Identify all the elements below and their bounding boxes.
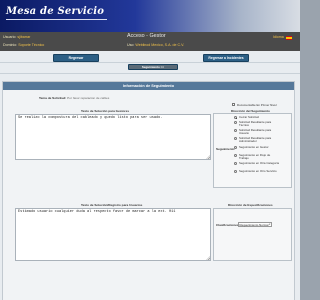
user-solution-text: Estimado usuario cualquier duda al respe… <box>18 210 176 214</box>
direction-option-radio[interactable] <box>234 154 237 157</box>
classification-value: Requerimiento Normal <box>239 223 269 227</box>
direction-option-label: Seguimiento en Gestor <box>239 144 269 149</box>
direction-option-label: Seguimiento en Otra Categoría <box>239 160 280 165</box>
followup-label: Seguimiento <box>216 147 235 151</box>
direction-option-radio[interactable] <box>234 170 237 173</box>
request-type-key: Tema de Solicitud: <box>39 96 67 100</box>
internal-note-label: Documentable En Primer Nivel <box>237 103 277 107</box>
access-label: Acceso - Gestor <box>127 33 166 39</box>
direction-option-radio[interactable] <box>234 137 237 140</box>
direction-option-label: Seguimiento en Flujo de Trabajo <box>239 152 271 161</box>
direction-option-label: Solicitud Resultante para Técnico <box>239 119 272 128</box>
request-type: Tema de Solicitud: Por favor reparacion … <box>39 96 109 100</box>
divider <box>0 62 300 63</box>
direction-option-radio[interactable] <box>234 121 237 124</box>
manager-solution-text: Se realizo la compostura del cableado y … <box>18 116 163 120</box>
direction-option-radio[interactable] <box>234 146 237 149</box>
user-value: sjibarrar <box>17 35 31 39</box>
direction-option-radio[interactable] <box>234 116 237 119</box>
direction-options-box: Seguimiento Cerrar Solicitud Solicitud Re… <box>213 113 292 188</box>
manager-text-label: Texto de Solución para Gestores <box>81 109 130 113</box>
divider <box>0 73 300 74</box>
resize-grip[interactable] <box>206 155 210 159</box>
back-button[interactable]: Regresar <box>53 54 99 62</box>
app-logo: Mesa de Servicio <box>6 6 108 20</box>
main-content: Regresar Regresar a Incidentes Seguimien… <box>0 51 300 300</box>
classification-select[interactable]: Requerimiento Normal ▾ <box>238 222 272 227</box>
header-banner: Mesa de Servicio <box>0 0 300 32</box>
department-key: Dominio: <box>3 43 18 47</box>
app-frame: Mesa de Servicio Usuario: sjibarrar Domi… <box>0 0 300 300</box>
user-key: Usuario: <box>3 35 17 39</box>
spain-flag-icon[interactable] <box>286 36 292 40</box>
resize-grip[interactable] <box>206 256 210 260</box>
direction-option-label: Cerrar Solicitud <box>239 114 259 119</box>
company-info: Uso: Weblinod Mexico, S.A. de C.V. <box>127 43 184 47</box>
user-solution-textarea[interactable]: Estimado usuario cualquier duda al respe… <box>15 208 211 261</box>
chevron-down-icon: ▾ <box>269 223 271 227</box>
specs-label: Dirección de Especificaciones <box>228 203 273 207</box>
department-info: Dominio: Soporte Técnico <box>3 43 44 47</box>
direction-option-label: Solicitud Resultante para Usuario <box>239 127 272 136</box>
back-to-incidents-button[interactable]: Regresar a Incidentes <box>203 54 249 62</box>
internal-note-checkbox[interactable] <box>232 103 235 106</box>
specs-box: Clasificaciones: Requerimiento Normal ▾ <box>213 208 292 261</box>
direction-option-label: Solicitud Resultante para Administrador <box>239 135 272 144</box>
manager-solution-textarea[interactable]: Se realizo la compostura del cableado y … <box>15 114 211 160</box>
followup-next-button[interactable]: Seguimiento >> <box>128 64 178 70</box>
direction-option-label: Seguimiento en Otro Servicio <box>239 168 277 173</box>
user-info: Usuario: sjibarrar <box>3 35 30 39</box>
panel-title: Información de Seguimiento <box>3 82 294 90</box>
followup-panel: Información de Seguimiento Tema de Solic… <box>2 81 295 300</box>
request-type-value: Por favor reparacion de cables <box>67 96 110 100</box>
classification-label: Clasificaciones: <box>216 223 240 227</box>
user-text-label: Texto de Solución/Registro para Usuarios <box>81 203 143 207</box>
company-key: Uso: <box>127 43 135 47</box>
direction-option-radio[interactable] <box>234 129 237 132</box>
user-info-bar: Usuario: sjibarrar Dominio: Soporte Técn… <box>0 32 300 51</box>
company-value: Weblinod Mexico, S.A. de C.V. <box>135 43 185 47</box>
direction-option-radio[interactable] <box>234 162 237 165</box>
language-link[interactable]: Idioma <box>273 35 284 39</box>
department-value: Soporte Técnico <box>18 43 45 47</box>
